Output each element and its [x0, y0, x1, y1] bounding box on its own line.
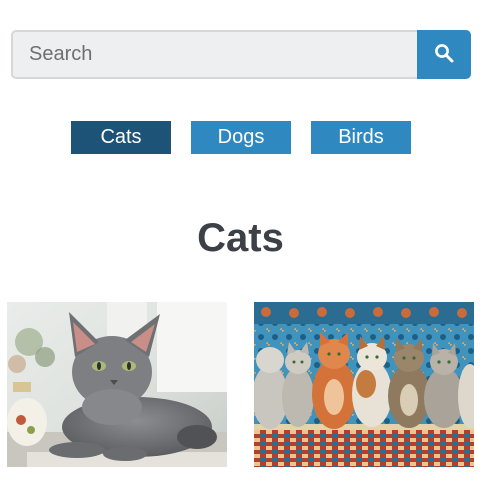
page: Cats Dogs Birds Cats [0, 0, 481, 481]
category-tabs: Cats Dogs Birds [71, 121, 411, 154]
search-icon [434, 43, 454, 66]
tab-birds[interactable]: Birds [311, 121, 411, 154]
section-title: Cats [197, 216, 284, 260]
search-button[interactable] [417, 30, 471, 79]
gallery-image-cat-puzzle[interactable] [254, 302, 474, 467]
search-bar [11, 30, 471, 79]
gallery-image-gray-cat[interactable] [7, 302, 227, 467]
tab-cats[interactable]: Cats [71, 121, 171, 154]
tab-dogs[interactable]: Dogs [191, 121, 291, 154]
search-input[interactable] [11, 30, 417, 79]
